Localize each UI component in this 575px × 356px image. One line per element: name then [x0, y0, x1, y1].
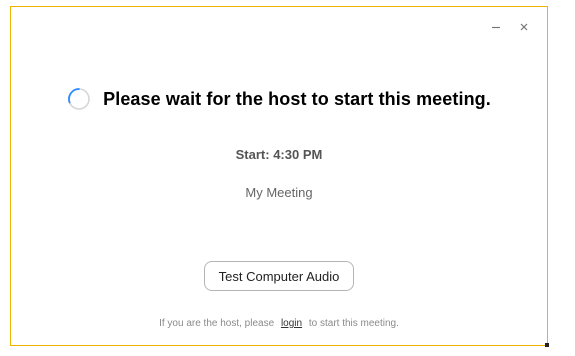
minimize-icon — [492, 26, 500, 29]
host-login-footer: If you are the host, please login to sta… — [11, 318, 547, 329]
resize-grip[interactable] — [545, 343, 549, 347]
status-heading-row: Please wait for the host to start this m… — [11, 87, 547, 111]
close-button[interactable] — [517, 20, 531, 34]
footer-suffix-text: to start this meeting. — [308, 318, 399, 329]
footer-prefix-text: If you are the host, please — [159, 318, 275, 329]
close-icon — [520, 23, 528, 31]
audio-button-container: Test Computer Audio — [11, 261, 547, 291]
wait-for-host-heading: Please wait for the host to start this m… — [103, 88, 491, 109]
minimize-button[interactable] — [489, 20, 503, 34]
window-controls — [489, 20, 531, 34]
loading-spinner-icon — [67, 87, 91, 111]
meeting-name: My Meeting — [245, 185, 313, 200]
test-computer-audio-button[interactable]: Test Computer Audio — [203, 261, 355, 291]
meeting-start-time: Start: 4:30 PM — [235, 147, 323, 162]
waiting-room-window: Please wait for the host to start this m… — [10, 6, 549, 347]
login-link[interactable]: login — [281, 318, 302, 329]
